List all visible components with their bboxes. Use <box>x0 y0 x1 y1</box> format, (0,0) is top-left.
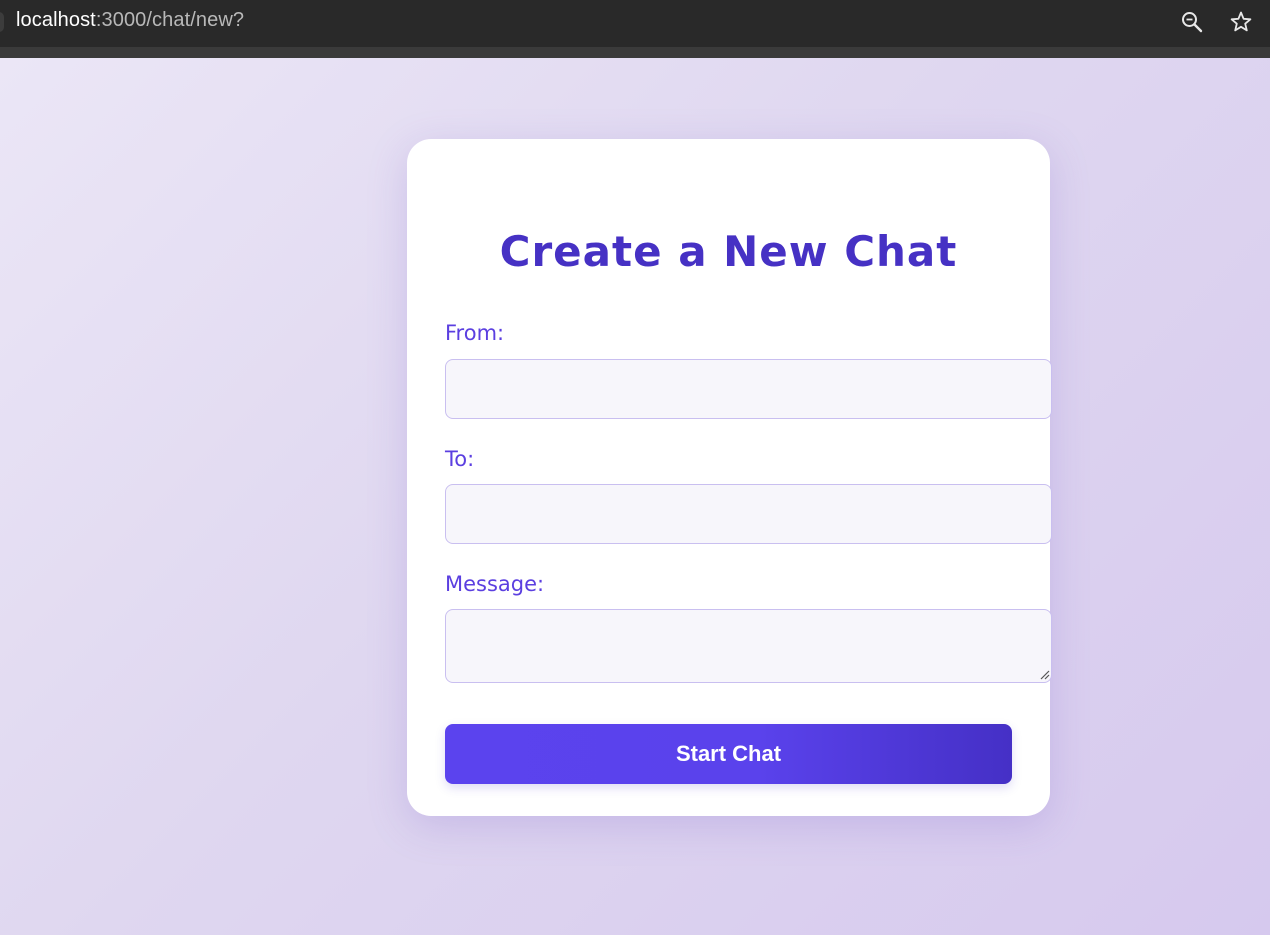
to-label: To: <box>445 447 475 471</box>
message-label: Message: <box>445 572 545 596</box>
site-info-edge[interactable] <box>0 12 4 32</box>
url-host: localhost <box>16 9 96 31</box>
url-text[interactable]: localhost:3000/chat/new? <box>16 9 244 32</box>
resize-grip-icon[interactable] <box>1040 670 1050 680</box>
bookmark-star-icon[interactable] <box>1229 10 1253 34</box>
message-textarea[interactable] <box>445 609 1052 683</box>
page-background: Create a New Chat From: To: Message: Sta… <box>0 58 1270 935</box>
url-path: :3000/chat/new? <box>95 9 245 31</box>
from-label: From: <box>445 321 505 345</box>
new-chat-card: Create a New Chat From: To: Message: Sta… <box>407 139 1052 816</box>
browser-toolbar: localhost:3000/chat/new? <box>0 0 1270 47</box>
message-field-wrapper <box>407 609 1052 683</box>
to-input[interactable] <box>445 484 1052 544</box>
toolbar-divider <box>0 47 1270 58</box>
start-chat-button[interactable]: Start Chat <box>445 724 1012 784</box>
page-title: Create a New Chat <box>499 227 958 276</box>
zoom-icon[interactable] <box>1180 10 1204 34</box>
from-input[interactable] <box>445 359 1052 419</box>
address-bar[interactable]: localhost:3000/chat/new? <box>0 0 1160 44</box>
